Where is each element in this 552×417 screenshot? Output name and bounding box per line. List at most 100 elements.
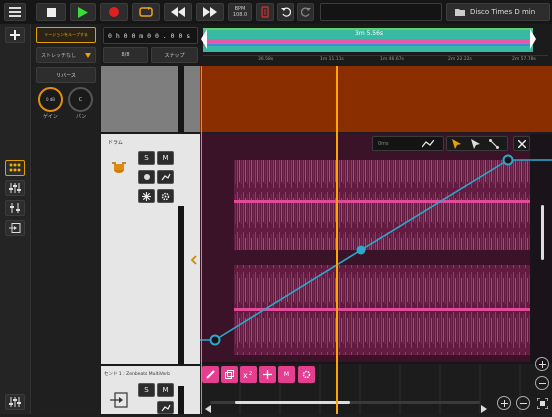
folder-icon bbox=[455, 9, 465, 16]
grid-size-label: 8/8 bbox=[121, 52, 130, 58]
overview-stripe-blue bbox=[203, 44, 533, 46]
add-track-button[interactable] bbox=[5, 27, 25, 43]
export-icon bbox=[9, 223, 21, 233]
tracks-view-button[interactable] bbox=[5, 160, 25, 176]
ruler-mark: 36.58s bbox=[258, 57, 274, 62]
audio-region-previous[interactable] bbox=[200, 66, 552, 132]
bpm-display[interactable]: BPM 108.0 bbox=[228, 3, 252, 21]
snap-button[interactable]: スナップ bbox=[151, 47, 198, 63]
reverse-button[interactable]: リバース bbox=[36, 67, 96, 83]
project-name-button[interactable]: Disco Times D min bbox=[446, 3, 550, 21]
track-volume-fader-drums[interactable] bbox=[178, 206, 184, 364]
stretch-dropdown[interactable]: ストレッチなし bbox=[36, 47, 96, 63]
dropdown-arrow-icon bbox=[85, 52, 91, 58]
metronome-icon bbox=[261, 6, 269, 18]
playhead[interactable] bbox=[336, 66, 338, 414]
scroll-right-icon[interactable] bbox=[481, 398, 489, 413]
zoom-out-icon bbox=[538, 382, 546, 384]
bpm-value: 108.0 bbox=[232, 12, 248, 18]
stop-icon bbox=[46, 7, 56, 17]
project-name: Disco Times D min bbox=[470, 8, 536, 16]
solo-button-drums[interactable]: S bbox=[138, 151, 155, 165]
plus-icon bbox=[10, 30, 20, 40]
record-button[interactable] bbox=[100, 3, 128, 21]
region-gear-icon bbox=[302, 370, 311, 379]
grid-size-button[interactable]: 8/8 bbox=[103, 47, 148, 63]
stop-button[interactable] bbox=[36, 3, 66, 21]
horizontal-zoom-out-button[interactable] bbox=[516, 396, 530, 410]
ruler-mark: 1m 46.67s bbox=[380, 57, 404, 62]
fast-forward-button[interactable] bbox=[196, 3, 224, 21]
redo-icon bbox=[300, 7, 311, 17]
gear-icon bbox=[161, 192, 170, 200]
pencil-edit-button[interactable] bbox=[202, 366, 219, 383]
effects-button-drums[interactable] bbox=[138, 189, 155, 203]
loop-button[interactable] bbox=[132, 3, 160, 21]
ruler-mark: 2m 57.78s bbox=[512, 57, 536, 62]
pan-value: C bbox=[78, 96, 83, 103]
fx-sliders-icon bbox=[10, 203, 20, 213]
move-button[interactable] bbox=[259, 366, 276, 383]
track-volume-fader-send[interactable] bbox=[178, 386, 184, 414]
scroll-left-icon[interactable] bbox=[205, 398, 213, 413]
fit-icon bbox=[536, 397, 548, 409]
mixer-view-button[interactable] bbox=[5, 180, 25, 196]
pan-label: パン bbox=[76, 114, 87, 120]
horizontal-zoom-in-button[interactable] bbox=[497, 396, 511, 410]
track-volume-fader[interactable] bbox=[178, 66, 184, 132]
settings-button-drums[interactable] bbox=[157, 189, 174, 203]
overview-stripe-pink bbox=[203, 39, 533, 43]
automation-button-drums[interactable] bbox=[157, 170, 174, 184]
gain-label: ゲイン bbox=[43, 114, 58, 120]
snowflake-icon bbox=[142, 191, 151, 201]
undo-icon bbox=[280, 7, 291, 17]
collapse-arrow-icon[interactable] bbox=[190, 250, 198, 265]
menu-button[interactable] bbox=[4, 3, 26, 21]
svg-text:x: x bbox=[243, 371, 248, 379]
left-sidebar bbox=[0, 24, 31, 414]
rewind-button[interactable] bbox=[164, 3, 192, 21]
settings-sliders-icon bbox=[9, 397, 21, 407]
region-settings-button[interactable] bbox=[298, 366, 315, 383]
horizontal-scroll-thumb[interactable] bbox=[235, 401, 350, 404]
gain-knob[interactable]: 0 dB bbox=[38, 87, 63, 112]
automation-button-send[interactable] bbox=[157, 401, 174, 414]
mute-button-send[interactable]: M bbox=[157, 383, 174, 397]
time-counter[interactable]: 0 h 0 0 m 0 0 . 0 0 s bbox=[103, 27, 198, 44]
effects-view-button[interactable] bbox=[5, 200, 25, 216]
play-button[interactable] bbox=[70, 3, 96, 21]
fit-to-screen-button[interactable] bbox=[535, 396, 549, 410]
mute-button-drums[interactable]: M bbox=[157, 151, 174, 165]
vertical-scrollbar[interactable] bbox=[541, 205, 544, 260]
automation-curve[interactable] bbox=[200, 134, 552, 364]
time-counter-value: 0 h 0 0 m 0 0 . 0 0 s bbox=[108, 31, 191, 40]
track-name-drums: ドラム bbox=[108, 140, 123, 146]
message-display bbox=[320, 3, 442, 21]
duplicate-button[interactable]: x2 bbox=[240, 366, 257, 383]
region-length-label: 3m 5.56s bbox=[355, 30, 384, 37]
hamburger-icon bbox=[9, 7, 21, 17]
ruler-ticks bbox=[203, 55, 548, 65]
export-view-button[interactable] bbox=[5, 220, 25, 236]
mute-region-button[interactable]: M bbox=[278, 366, 295, 383]
grid-icon bbox=[9, 163, 21, 172]
loop-region-button[interactable]: リージョンをループする bbox=[36, 27, 96, 43]
redo-button[interactable] bbox=[297, 3, 314, 21]
track-header-previous[interactable] bbox=[101, 66, 200, 132]
record-arm-button-drums[interactable] bbox=[138, 170, 155, 184]
pencil-icon bbox=[206, 370, 215, 379]
settings-sliders-button[interactable] bbox=[5, 394, 25, 410]
track-name-send: センド 1 : Zenbeats MultiVerb bbox=[104, 372, 170, 377]
solo-button-send[interactable]: S bbox=[138, 383, 155, 397]
pan-knob[interactable]: C bbox=[68, 87, 93, 112]
undo-button[interactable] bbox=[277, 3, 294, 21]
loop-region-label: リージョンをループする bbox=[44, 32, 88, 37]
h-zoom-in-icon bbox=[500, 399, 508, 407]
vertical-zoom-in-button[interactable] bbox=[535, 357, 549, 371]
metronome-button[interactable] bbox=[256, 3, 274, 21]
copy-button[interactable] bbox=[221, 366, 238, 383]
sliders-icon bbox=[9, 183, 21, 193]
duplicate-icon: x2 bbox=[243, 371, 252, 379]
mute-region-label: M bbox=[283, 371, 290, 378]
vertical-zoom-out-button[interactable] bbox=[535, 376, 549, 390]
